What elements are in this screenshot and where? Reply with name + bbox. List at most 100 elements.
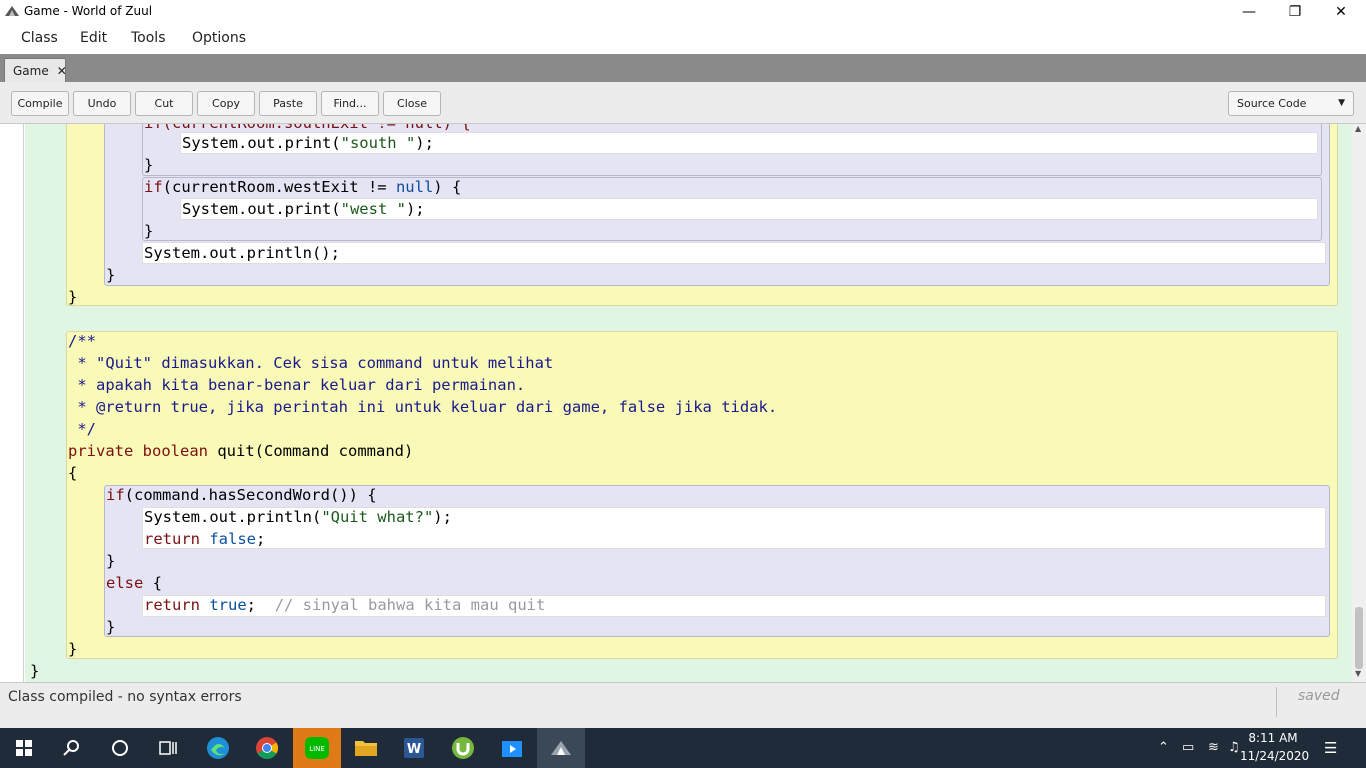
code-text: (currentRoom.westExit != — [162, 178, 396, 196]
word-icon[interactable]: W — [390, 728, 438, 768]
window-title: Game - World of Zuul — [24, 4, 153, 18]
code-text: ; — [256, 530, 266, 548]
code-line: if(currentRoom.westExit != null) { — [144, 176, 461, 198]
code-text: } — [144, 222, 154, 240]
code-text: { — [68, 464, 78, 482]
clock-date[interactable]: 11/24/2020 — [1240, 749, 1309, 763]
code-line: if(command.hasSecondWord()) { — [106, 484, 377, 506]
svg-text:W: W — [407, 742, 421, 757]
code-text: System.out.println( — [144, 508, 322, 526]
svg-text:LINE: LINE — [309, 745, 325, 753]
comment-line: * "Quit" dimasukkan. Cek sisa command un… — [68, 354, 554, 372]
keyword: else — [106, 574, 144, 592]
keyword: if — [106, 486, 125, 504]
code-text: ; — [246, 596, 257, 614]
vertical-scrollbar[interactable]: ▲ ▼ — [1352, 124, 1366, 682]
battery-icon[interactable]: ▭ — [1182, 740, 1194, 755]
code-text: { — [143, 574, 162, 592]
notifications-icon[interactable]: ☰ — [1324, 739, 1337, 757]
bluej-app-icon — [5, 6, 19, 16]
menu-edit[interactable]: Edit — [80, 30, 107, 46]
find-button[interactable]: Find... — [321, 91, 379, 116]
menu-options[interactable]: Options — [192, 30, 246, 46]
menu-tools[interactable]: Tools — [131, 30, 166, 46]
view-select[interactable]: Source Code ▼ — [1228, 91, 1354, 116]
code-editor[interactable]: if(currentRoom.southExit != null) { Syst… — [0, 124, 1352, 682]
edge-icon[interactable] — [194, 728, 242, 768]
scroll-down-icon[interactable]: ▼ — [1355, 669, 1361, 678]
volume-icon[interactable]: ♫ — [1228, 740, 1240, 755]
tab-close-icon[interactable]: ✕ — [57, 64, 67, 78]
code-line: System.out.println(); — [144, 242, 340, 264]
code-line: System.out.print("west "); — [182, 198, 425, 220]
status-bar: Class compiled - no syntax errors saved — [0, 682, 1366, 728]
restore-icon[interactable]: ❐ — [1272, 0, 1318, 24]
utorrent-icon[interactable] — [439, 728, 487, 768]
view-select-value: Source Code — [1237, 97, 1307, 110]
keyword: boolean — [142, 442, 208, 460]
status-message: Class compiled - no syntax errors — [8, 689, 242, 705]
code-text: if(currentRoom.southExit != null) { — [144, 124, 471, 132]
comment-line: * @return true, jika perintah ini untuk … — [68, 398, 778, 416]
code-text: System.out.print( — [182, 134, 341, 152]
code-line: } — [68, 286, 77, 308]
line-app-icon[interactable]: LINE — [293, 728, 341, 768]
scroll-thumb[interactable] — [1355, 607, 1363, 669]
chevron-up-icon[interactable]: ⌃ — [1158, 740, 1169, 755]
paste-button[interactable]: Paste — [259, 91, 317, 116]
keyword: return — [144, 596, 200, 614]
code-line: } — [68, 638, 77, 660]
code-text: (command.hasSecondWord()) { — [124, 486, 377, 504]
menu-bar: Class Edit Tools Options — [0, 24, 1366, 54]
line-gutter — [0, 124, 24, 682]
code-line: else { — [106, 572, 162, 594]
file-explorer-icon[interactable] — [342, 728, 390, 768]
code-line: return true; // sinyal bahwa kita mau qu… — [144, 594, 545, 616]
comment-line: * apakah kita benar-benar keluar dari pe… — [68, 376, 526, 394]
minimize-icon[interactable]: — — [1226, 0, 1272, 24]
compile-button[interactable]: Compile — [11, 91, 69, 116]
keyword: private — [68, 442, 134, 460]
literal: null — [395, 178, 434, 196]
code-line: private boolean quit(Command command) — [68, 440, 413, 462]
undo-button[interactable]: Undo — [73, 91, 131, 116]
editor-toolbar: Compile Undo Cut Copy Paste Find... Clos… — [0, 82, 1366, 124]
line-comment: // sinyal bahwa kita mau quit — [274, 596, 546, 614]
cut-button[interactable]: Cut — [135, 91, 193, 116]
code-line: return false; — [144, 528, 265, 550]
code-line: } — [30, 660, 39, 682]
chevron-down-icon: ▼ — [1338, 98, 1345, 108]
tab-label: Game — [13, 63, 49, 78]
title-bar: Game - World of Zuul — ❐ ✕ — [0, 0, 1366, 24]
keyword: if — [144, 178, 163, 196]
cortana-icon[interactable] — [96, 728, 144, 768]
code-line: System.out.println("Quit what?"); — [144, 506, 452, 528]
menu-class[interactable]: Class — [21, 30, 58, 46]
comment-line: */ — [68, 420, 96, 438]
movies-tv-icon[interactable] — [488, 728, 536, 768]
search-icon[interactable] — [48, 728, 96, 768]
scroll-up-icon[interactable]: ▲ — [1355, 124, 1361, 133]
code-text: } — [106, 266, 116, 284]
code-text: ) { — [433, 178, 462, 196]
code-line: System.out.print("south "); — [182, 132, 434, 154]
close-icon[interactable]: ✕ — [1318, 0, 1364, 24]
literal: true — [209, 596, 247, 614]
bluej-taskbar-icon[interactable] — [537, 728, 585, 768]
code-text: ); — [405, 200, 425, 218]
task-view-icon[interactable] — [144, 728, 192, 768]
windows-start-icon[interactable] — [0, 728, 48, 768]
code-text: } — [144, 156, 154, 174]
wifi-icon[interactable]: ≋ — [1208, 740, 1219, 755]
string-literal: "south " — [340, 134, 416, 152]
copy-button[interactable]: Copy — [197, 91, 255, 116]
code-text: ); — [433, 508, 452, 526]
code-text: System.out.print( — [182, 200, 341, 218]
clock-time[interactable]: 8:11 AM — [1240, 731, 1306, 745]
chrome-icon[interactable] — [243, 728, 291, 768]
taskbar: LINE W ⌃ ▭ ≋ ♫ 8:11 AM 11/24/2020 ☰ — [0, 728, 1366, 768]
comment-line: /** — [68, 332, 96, 350]
close-button[interactable]: Close — [383, 91, 441, 116]
string-literal: "Quit what?" — [321, 508, 434, 526]
tab-game[interactable]: Game ✕ — [4, 58, 67, 82]
